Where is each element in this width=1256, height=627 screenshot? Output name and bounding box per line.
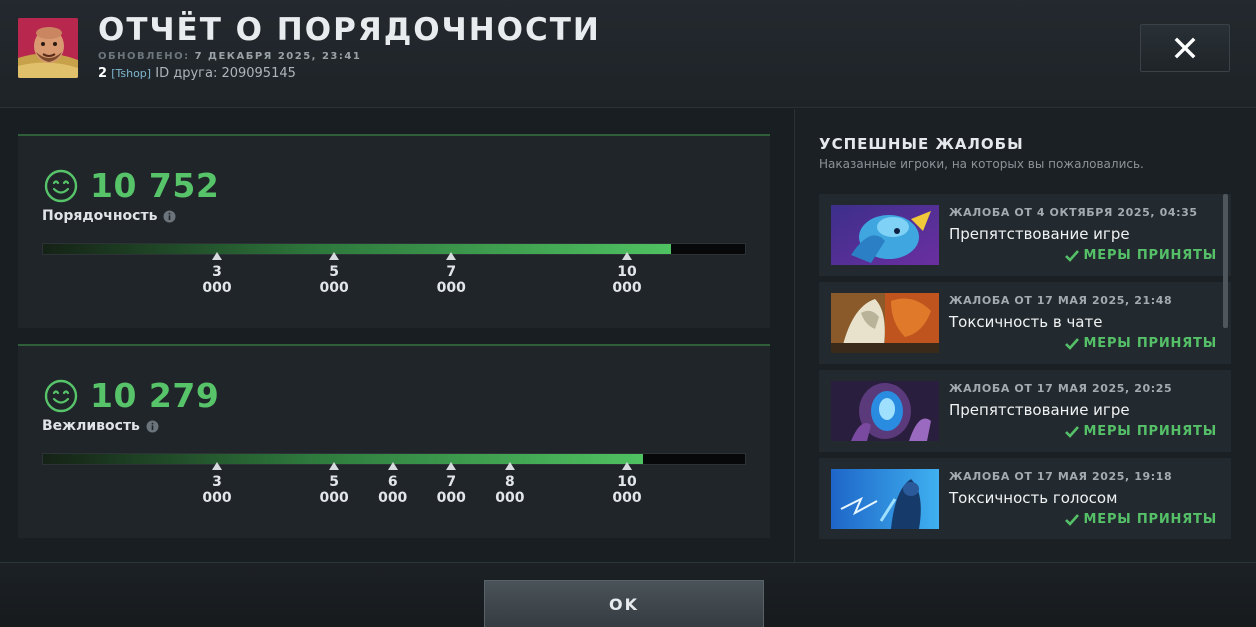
report-item[interactable]: ЖАЛОБА ОТ 17 МАЯ 2025, 20:25 Препятствов… (819, 370, 1231, 452)
reports-scrollbar[interactable] (1223, 194, 1228, 328)
conduct-panel: 10 752 Порядочность 3 000 5 000 7 000 10 00… (18, 134, 770, 328)
report-text: ЖАЛОБА ОТ 17 МАЯ 2025, 21:48 Токсичность… (949, 294, 1217, 331)
report-date: ЖАЛОБА ОТ 4 ОКТЯБРЯ 2025, 04:35 (949, 206, 1198, 219)
threshold-marker-icon (504, 462, 515, 470)
report-item[interactable]: ЖАЛОБА ОТ 4 ОКТЯБРЯ 2025, 04:35 Препятст… (819, 194, 1231, 276)
threshold-tick: 10 000 (597, 462, 657, 506)
reports-title: УСПЕШНЫЕ ЖАЛОБЫ (819, 135, 1024, 153)
checkmark-icon (1064, 249, 1079, 262)
report-status-label: МЕРЫ ПРИНЯТЫ (1083, 512, 1217, 527)
threshold-marker-icon (622, 252, 632, 260)
report-item[interactable]: ЖАЛОБА ОТ 17 МАЯ 2025, 21:48 Токсичность… (819, 282, 1231, 364)
report-date: ЖАЛОБА ОТ 17 МАЯ 2025, 20:25 (949, 382, 1173, 395)
checkmark-icon (1064, 425, 1079, 438)
threshold-label: 6 000 (378, 474, 408, 506)
behavior-label: Вежливость (42, 418, 140, 434)
report-date: ЖАЛОБА ОТ 17 МАЯ 2025, 21:48 (949, 294, 1173, 307)
reports-panel: УСПЕШНЫЕ ЖАЛОБЫ Наказанные игроки, на ко… (794, 109, 1256, 562)
threshold-label: 8 000 (495, 474, 525, 506)
conduct-label-row: Порядочность (42, 208, 176, 224)
friend-id: ID друга: 209095145 (155, 66, 296, 81)
report-status: МЕРЫ ПРИНЯТЫ (1064, 248, 1217, 263)
threshold-marker-icon (622, 462, 632, 470)
threshold-tick: 3 000 (187, 462, 247, 506)
threshold-label: 3 000 (202, 264, 232, 296)
threshold-marker-icon (329, 252, 340, 260)
report-status-label: МЕРЫ ПРИНЯТЫ (1083, 424, 1217, 439)
report-text: ЖАЛОБА ОТ 17 МАЯ 2025, 19:18 Токсичность… (949, 470, 1217, 507)
threshold-label: 5 000 (319, 474, 349, 506)
threshold-label: 7 000 (436, 264, 466, 296)
hero-thumbnail (831, 293, 939, 353)
report-status: МЕРЫ ПРИНЯТЫ (1064, 512, 1217, 527)
behavior-label-row: Вежливость (42, 418, 159, 434)
report-reason: Препятствование игре (949, 401, 1130, 419)
threshold-tick: 7 000 (421, 252, 481, 296)
report-status: МЕРЫ ПРИНЯТЫ (1064, 336, 1217, 351)
report-item[interactable]: ЖАЛОБА ОТ 17 МАЯ 2025, 19:18 Токсичность… (819, 458, 1231, 539)
threshold-tick: 5 000 (304, 252, 364, 296)
threshold-marker-icon (387, 462, 398, 470)
threshold-marker-icon (212, 252, 222, 260)
report-status: МЕРЫ ПРИНЯТЫ (1064, 424, 1217, 439)
page-title: ОТЧЁТ О ПОРЯДОЧНОСТИ (98, 12, 601, 48)
threshold-tick: 10 000 (597, 252, 657, 296)
checkmark-icon (1064, 337, 1079, 350)
report-reason: Токсичность голосом (949, 489, 1118, 507)
conduct-score-row: 10 752 (44, 166, 219, 205)
close-icon (1174, 37, 1196, 59)
updated-timestamp: ОБНОВЛЕНО: 7 ДЕКАБРЯ 2025, 23:41 (98, 51, 361, 62)
report-status-label: МЕРЫ ПРИНЯТЫ (1083, 248, 1217, 263)
smiley-icon (44, 379, 78, 412)
friend-info: 2 [Tshop] ID друга: 209095145 (98, 66, 296, 81)
updated-value: 7 ДЕКАБРЯ 2025, 23:41 (194, 51, 362, 62)
threshold-label: 5 000 (319, 264, 349, 296)
report-status-label: МЕРЫ ПРИНЯТЫ (1083, 336, 1217, 351)
threshold-label: 3 000 (202, 474, 232, 506)
hero-thumbnail (831, 469, 939, 529)
hero-thumbnail (831, 381, 939, 441)
report-text: ЖАЛОБА ОТ 17 МАЯ 2025, 20:25 Препятствов… (949, 382, 1217, 419)
conduct-score: 10 752 (90, 166, 220, 205)
report-reason: Токсичность в чате (949, 313, 1103, 331)
threshold-tick: 5 000 (304, 462, 364, 506)
behavior-score-row: 10 279 (44, 376, 219, 415)
reports-list[interactable]: ЖАЛОБА ОТ 4 ОКТЯБРЯ 2025, 04:35 Препятст… (819, 194, 1231, 539)
updated-label: ОБНОВЛЕНО: (98, 51, 190, 62)
threshold-label: 7 000 (436, 474, 466, 506)
threshold-label: 10 000 (612, 264, 642, 296)
threshold-marker-icon (446, 462, 457, 470)
threshold-tick: 3 000 (187, 252, 247, 296)
threshold-marker-icon (446, 252, 457, 260)
report-date: ЖАЛОБА ОТ 17 МАЯ 2025, 19:18 (949, 470, 1173, 483)
friend-tag: [Tshop] (111, 67, 152, 80)
threshold-tick: 8 000 (480, 462, 540, 506)
report-reason: Препятствование игре (949, 225, 1130, 243)
avatar (18, 18, 78, 78)
conduct-label: Порядочность (42, 208, 158, 224)
info-icon[interactable] (163, 210, 176, 223)
threshold-label: 10 000 (612, 474, 642, 506)
hero-thumbnail (831, 205, 939, 265)
info-icon[interactable] (146, 420, 159, 433)
threshold-tick: 6 000 (363, 462, 423, 506)
close-button[interactable] (1140, 24, 1230, 72)
smiley-icon (44, 169, 78, 202)
behavior-panel: 10 279 Вежливость 3 000 5 000 6 000 7 000 8 … (18, 344, 770, 538)
threshold-marker-icon (212, 462, 222, 470)
reports-subtitle: Наказанные игроки, на которых вы пожалов… (819, 157, 1144, 171)
report-header: ОТЧЁТ О ПОРЯДОЧНОСТИ ОБНОВЛЕНО: 7 ДЕКАБР… (0, 0, 1256, 108)
footer: OK (0, 562, 1256, 627)
report-text: ЖАЛОБА ОТ 4 ОКТЯБРЯ 2025, 04:35 Препятст… (949, 206, 1217, 243)
checkmark-icon (1064, 513, 1079, 526)
threshold-tick: 7 000 (421, 462, 481, 506)
behavior-score: 10 279 (90, 376, 220, 415)
ok-button[interactable]: OK (484, 580, 764, 627)
friend-count: 2 (98, 66, 108, 81)
threshold-marker-icon (329, 462, 340, 470)
